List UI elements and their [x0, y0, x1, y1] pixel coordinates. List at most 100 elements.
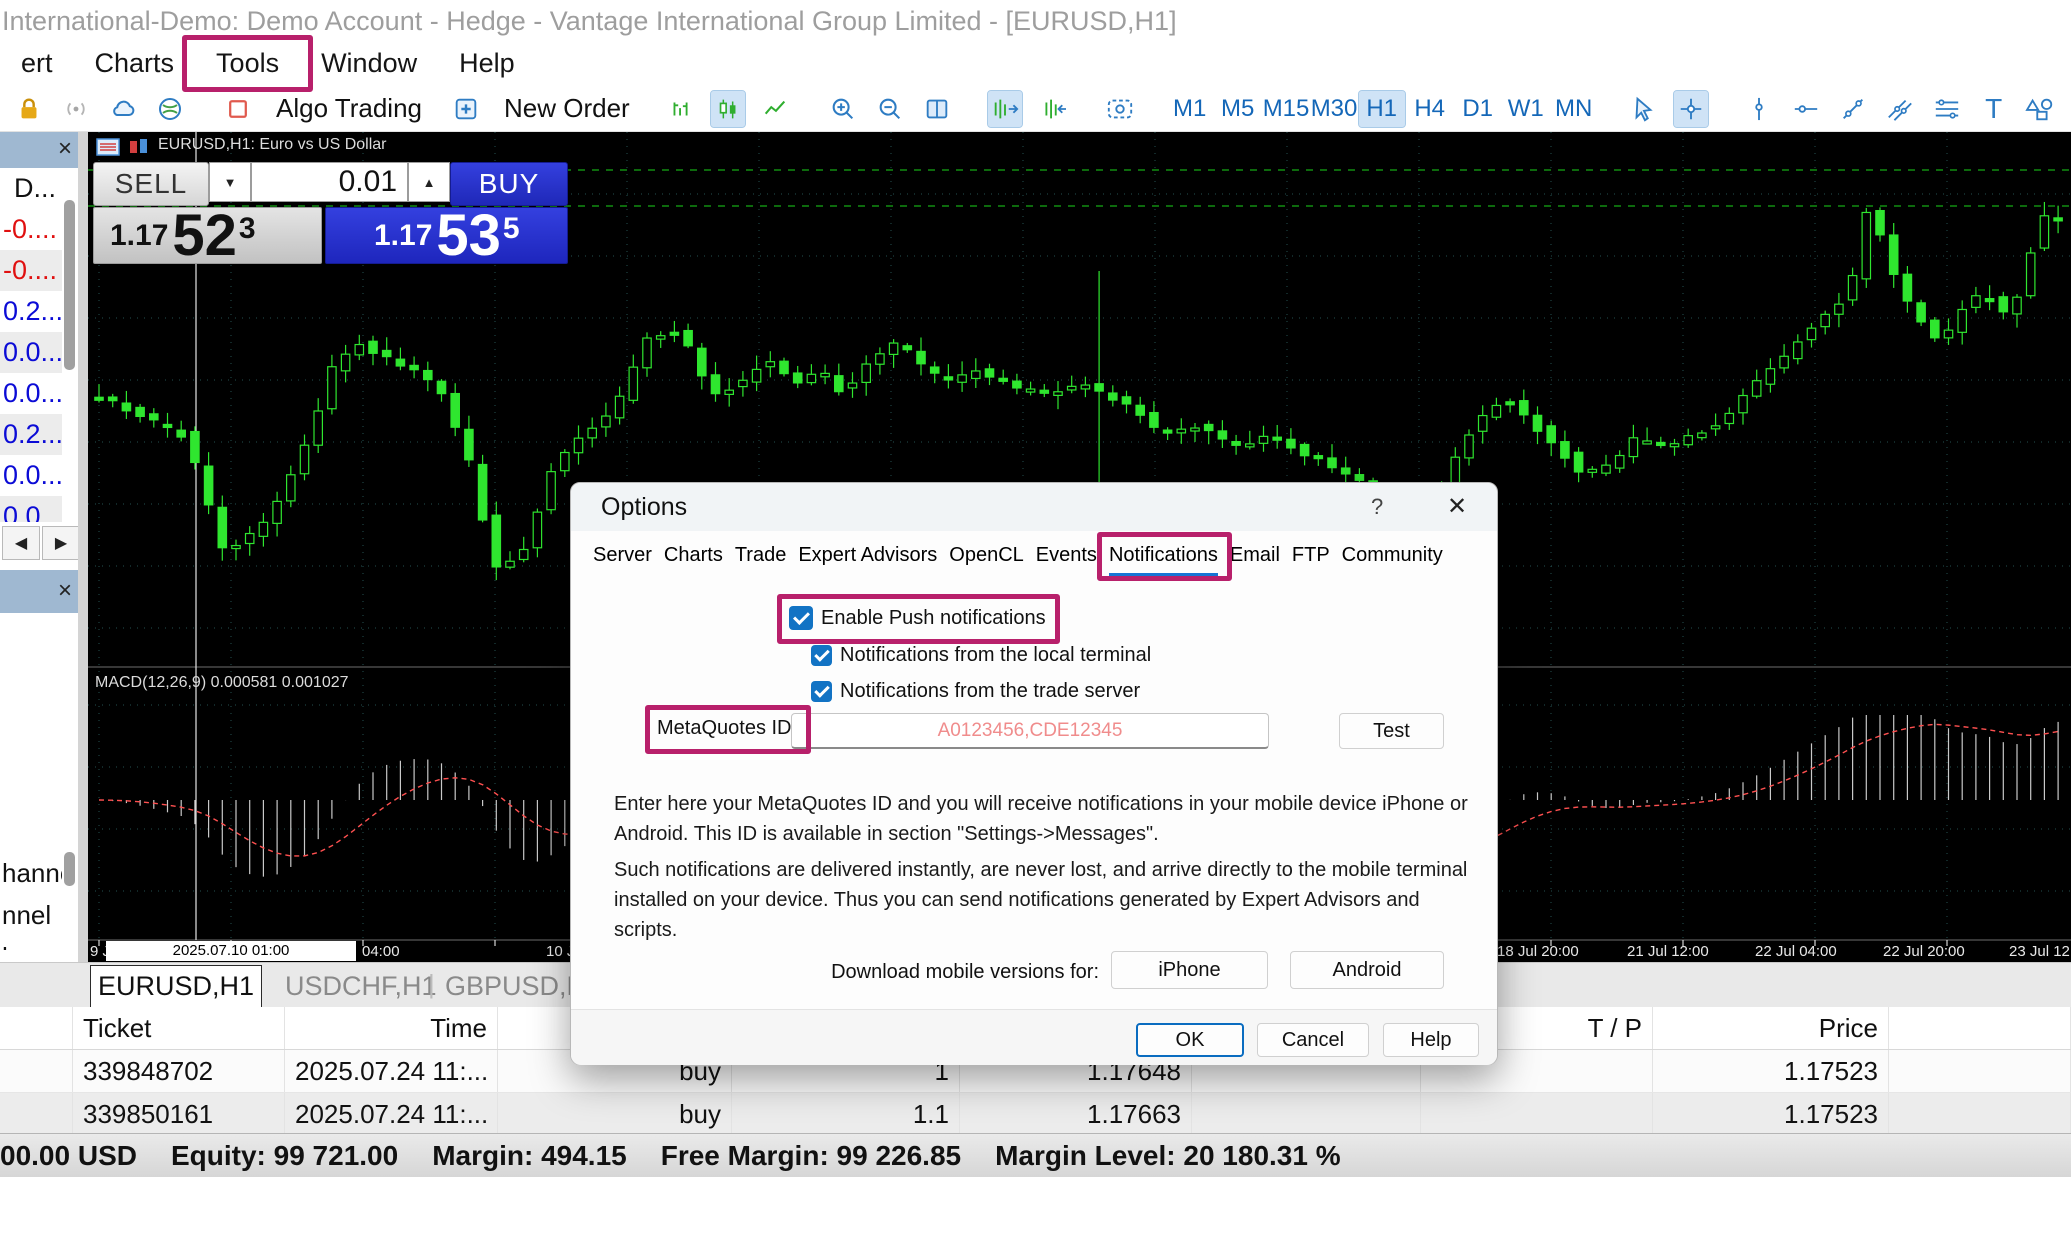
line-chart-icon[interactable]: [758, 91, 792, 127]
text-icon[interactable]: T: [1977, 91, 2011, 127]
camera-icon[interactable]: [1103, 91, 1137, 127]
buy-price-panel[interactable]: 1.17 53 5: [325, 207, 568, 264]
chart-symbol-icon[interactable]: [128, 138, 150, 161]
timeframe-d1[interactable]: D1: [1455, 91, 1501, 127]
tab-expert-advisors[interactable]: Expert Advisors: [798, 544, 937, 567]
timeframe-mn[interactable]: MN: [1551, 91, 1597, 127]
bar-chart-icon[interactable]: [664, 91, 698, 127]
new-order-icon[interactable]: [449, 91, 483, 127]
zoom-out-icon[interactable]: [873, 91, 907, 127]
volume-down-spinner[interactable]: ▼: [209, 162, 251, 202]
market-watch-row[interactable]: 0.0...: [0, 332, 62, 373]
algo-trading-icon[interactable]: [221, 91, 255, 127]
buy-button[interactable]: BUY: [450, 162, 568, 206]
close-icon[interactable]: ×: [58, 577, 72, 605]
fibonacci-icon[interactable]: [1930, 91, 1964, 127]
market-watch-row[interactable]: 0.0...: [0, 496, 62, 522]
tab-charts[interactable]: Charts: [664, 544, 723, 567]
vertical-line-icon[interactable]: [1742, 91, 1776, 127]
cursor-icon[interactable]: [1627, 91, 1661, 127]
market-watch-row[interactable]: -0....: [0, 209, 62, 250]
help-button[interactable]: Help: [1383, 1023, 1479, 1057]
metaquotes-id-input[interactable]: [791, 713, 1269, 749]
crosshair-icon[interactable]: [1674, 91, 1708, 127]
nav-right-button[interactable]: ▶: [42, 526, 80, 560]
trade-server-row[interactable]: Notifications from the trade server: [811, 680, 1140, 703]
dialog-close-icon[interactable]: ✕: [1447, 492, 1467, 521]
market-watch-row[interactable]: 0.0...: [0, 455, 62, 496]
volume-up-spinner[interactable]: ▲: [408, 162, 450, 202]
algo-trading-label[interactable]: Algo Trading: [276, 93, 422, 124]
tab-ftp[interactable]: FTP: [1292, 544, 1330, 567]
chart-tab-usdchf[interactable]: USDCHF,H1: [285, 971, 437, 1002]
tab-email[interactable]: Email: [1230, 544, 1280, 567]
panel-divider[interactable]: [78, 132, 88, 962]
channel-icon[interactable]: [1883, 91, 1917, 127]
navigator-item[interactable]: hanne: [2, 852, 62, 894]
market-watch-row[interactable]: -0....: [0, 250, 62, 291]
menu-item-help[interactable]: Help: [438, 48, 536, 79]
tab-community[interactable]: Community: [1342, 544, 1443, 567]
grid-window-icon[interactable]: [920, 91, 954, 127]
tab-events[interactable]: Events: [1036, 544, 1097, 567]
zoom-in-icon[interactable]: [826, 91, 860, 127]
navigator-item[interactable]: hanne: [2, 936, 62, 950]
timeframe-m30[interactable]: M30: [1311, 91, 1357, 127]
android-button[interactable]: Android: [1290, 951, 1444, 989]
test-button[interactable]: Test: [1339, 713, 1444, 749]
navigator-scrollbar[interactable]: [64, 852, 75, 886]
signal-icon[interactable]: [59, 91, 93, 127]
chart-tab-eurusd[interactable]: EURUSD,H1: [90, 965, 262, 1007]
indicator-window-icon[interactable]: [1035, 91, 1069, 127]
header-ticket[interactable]: Ticket: [73, 1007, 285, 1049]
local-terminal-row[interactable]: Notifications from the local terminal: [811, 644, 1151, 667]
navigator-item[interactable]: nnel: [2, 894, 62, 936]
market-watch-row[interactable]: 0.2...: [0, 414, 62, 455]
indicator-shift-icon[interactable]: [988, 91, 1022, 127]
volume-input[interactable]: 0.01: [251, 162, 408, 202]
timeframe-h1[interactable]: H1: [1359, 91, 1405, 127]
new-order-label[interactable]: New Order: [504, 93, 630, 124]
cancel-button[interactable]: Cancel: [1257, 1023, 1369, 1057]
menu-item-window[interactable]: Window: [300, 48, 438, 79]
market-watch-row[interactable]: D...: [0, 168, 62, 209]
menu-item-tools[interactable]: Tools: [195, 48, 300, 79]
header-time[interactable]: Time: [285, 1007, 498, 1049]
timeframe-h4[interactable]: H4: [1407, 91, 1453, 127]
menu-item-ert[interactable]: ert: [0, 48, 74, 79]
dialog-help-icon[interactable]: ?: [1371, 494, 1383, 520]
sell-price-panel[interactable]: 1.17 52 3: [93, 207, 322, 264]
dialog-title-bar[interactable]: Options ? ✕: [571, 483, 1497, 531]
market-watch-row[interactable]: 0.0...: [0, 373, 62, 414]
tab-opencl[interactable]: OpenCL: [949, 544, 1024, 567]
timeframe-w1[interactable]: W1: [1503, 91, 1549, 127]
menu-item-charts[interactable]: Charts: [74, 48, 196, 79]
tab-notifications[interactable]: Notifications: [1109, 544, 1218, 567]
depth-of-market-icon[interactable]: [96, 138, 120, 161]
chart-tab-gbpusd[interactable]: GBPUSD,H: [445, 971, 586, 1002]
market-watch-scrollbar[interactable]: [64, 200, 75, 370]
local-terminal-checkbox[interactable]: [811, 645, 832, 666]
market-watch-row[interactable]: 0.2...: [0, 291, 62, 332]
iphone-button[interactable]: iPhone: [1111, 951, 1268, 989]
nav-left-button[interactable]: ◀: [2, 526, 40, 560]
tab-trade[interactable]: Trade: [735, 544, 787, 567]
timeframe-m1[interactable]: M1: [1167, 91, 1213, 127]
shapes-icon[interactable]: [2024, 91, 2058, 127]
enable-push-row[interactable]: Enable Push notifications: [789, 606, 1046, 630]
lock-icon[interactable]: [12, 91, 46, 127]
enable-push-checkbox[interactable]: [789, 606, 813, 630]
timeframe-m5[interactable]: M5: [1215, 91, 1261, 127]
trendline-icon[interactable]: [1836, 91, 1870, 127]
ok-button[interactable]: OK: [1136, 1023, 1244, 1057]
timeframe-m15[interactable]: M15: [1263, 91, 1309, 127]
horizontal-line-icon[interactable]: [1789, 91, 1823, 127]
header-price[interactable]: Price: [1653, 1007, 1889, 1049]
cloud-icon[interactable]: [106, 91, 140, 127]
candle-chart-icon[interactable]: [711, 91, 745, 127]
tab-server[interactable]: Server: [593, 544, 652, 567]
sell-button[interactable]: SELL: [93, 162, 209, 206]
globe-icon[interactable]: [153, 91, 187, 127]
trade-server-checkbox[interactable]: [811, 681, 832, 702]
close-icon[interactable]: ×: [58, 135, 72, 163]
